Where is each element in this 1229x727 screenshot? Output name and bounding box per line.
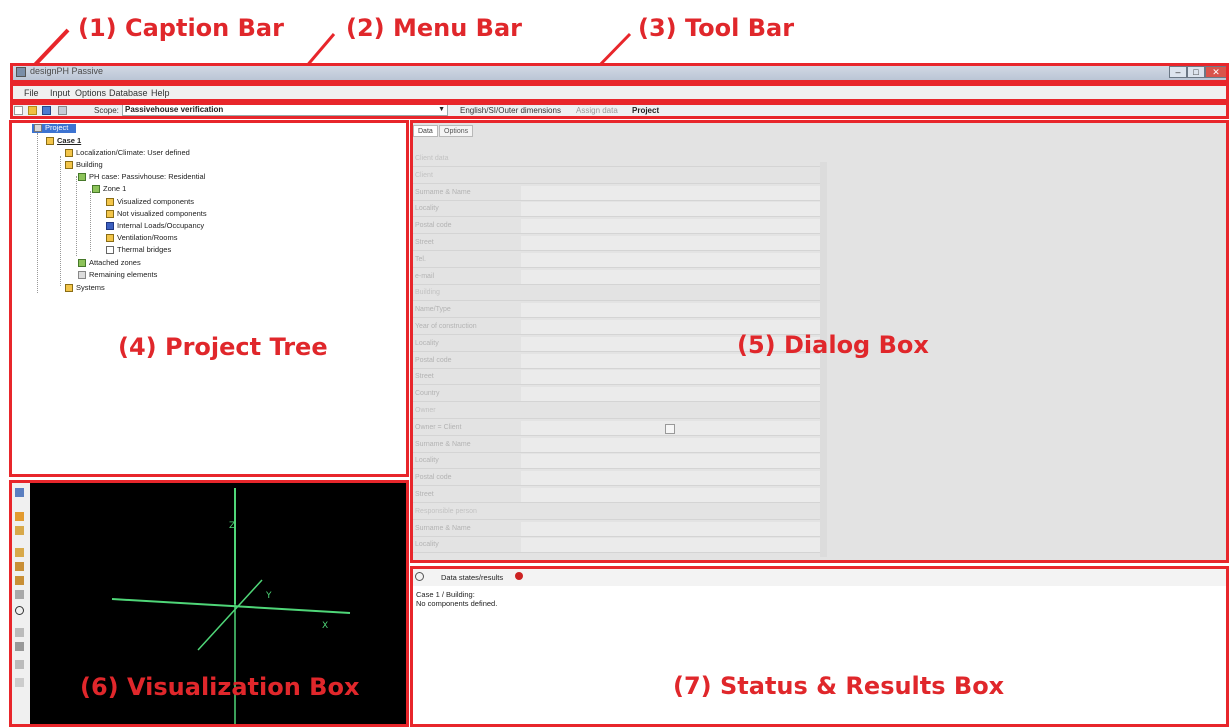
tool-bar-outline [10, 102, 1229, 119]
annotation-caption-bar: (1) Caption Bar [78, 14, 284, 42]
visualization-box-outline [9, 480, 409, 727]
caption-bar-outline [10, 63, 1229, 83]
dialog-box-outline [410, 120, 1229, 563]
project-tree-outline [9, 120, 409, 477]
annotation-tool-bar: (3) Tool Bar [638, 14, 795, 42]
annotation-menu-bar: (2) Menu Bar [346, 14, 523, 42]
menu-bar-outline [10, 83, 1229, 102]
status-results-box-outline [410, 566, 1229, 727]
